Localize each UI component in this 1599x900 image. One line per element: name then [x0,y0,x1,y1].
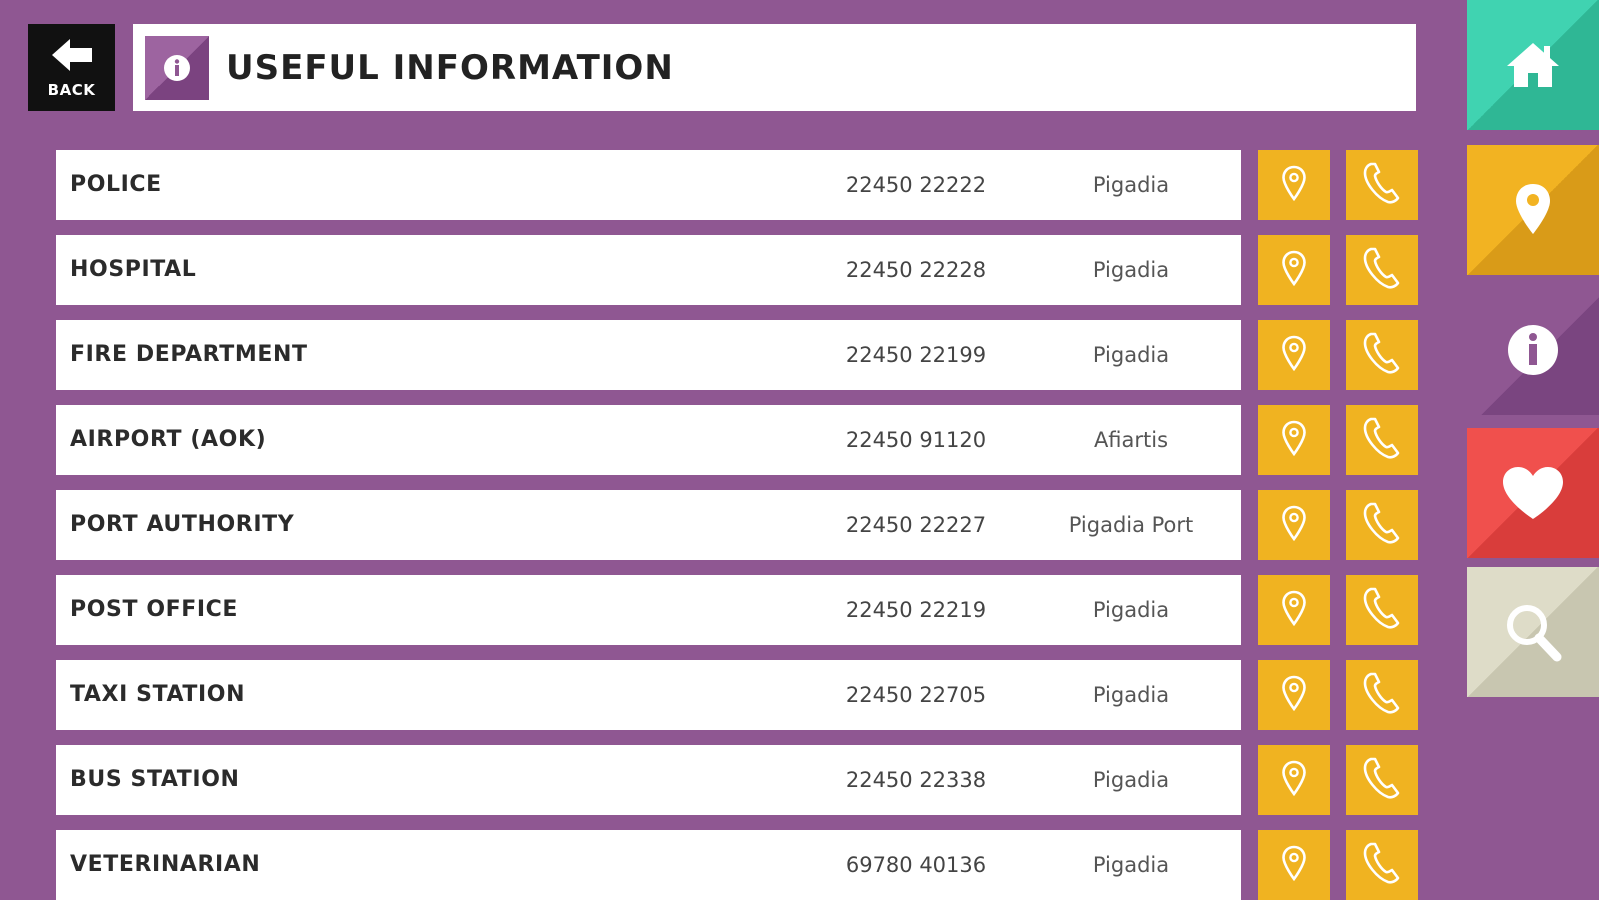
list-item: POLICE 22450 22222 Pigadia [56,150,1418,220]
list-item-card[interactable]: TAXI STATION 22450 22705 Pigadia [56,660,1241,730]
map-pin-icon [1281,165,1307,206]
list-item: VETERINARIAN 69780 40136 Pigadia [56,830,1418,900]
nav-home-button[interactable] [1467,0,1599,130]
phone-icon [1362,586,1402,635]
entry-name: BUS STATION [70,767,240,792]
show-on-map-button[interactable] [1258,150,1330,220]
show-on-map-button[interactable] [1258,320,1330,390]
entry-location: Pigadia [1092,343,1170,367]
nav-search-button[interactable] [1467,567,1599,697]
call-button[interactable] [1346,405,1418,475]
entry-location: Pigadia [1092,683,1170,707]
entry-phone: 22450 22219 [845,598,987,622]
entry-name: PORT AUTHORITY [70,512,295,537]
map-pin-icon [1281,250,1307,291]
entry-phone: 69780 40136 [845,853,987,877]
entry-name: TAXI STATION [70,682,246,707]
list-item: POST OFFICE 22450 22219 Pigadia [56,575,1418,645]
entry-name: HOSPITAL [70,257,197,282]
list-item-card[interactable]: HOSPITAL 22450 22228 Pigadia [56,235,1241,305]
entry-phone: 22450 22222 [845,173,987,197]
page-title: USEFUL INFORMATION [226,47,674,88]
entry-location: Pigadia [1092,598,1170,622]
list-item-card[interactable]: PORT AUTHORITY 22450 22227 Pigadia Port [56,490,1241,560]
call-button[interactable] [1346,660,1418,730]
phone-icon [1362,841,1402,890]
entry-phone: 22450 22228 [845,258,987,282]
list-item-card[interactable]: BUS STATION 22450 22338 Pigadia [56,745,1241,815]
nav-info-button[interactable] [1467,285,1599,415]
phone-icon [1362,756,1402,805]
arrow-left-icon [51,38,92,71]
page-header: USEFUL INFORMATION [133,24,1416,111]
call-button[interactable] [1346,150,1418,220]
info-icon [145,35,209,100]
entry-location: Pigadia [1092,853,1170,877]
call-button[interactable] [1346,575,1418,645]
entry-phone: 22450 22338 [845,768,987,792]
entry-name: VETERINARIAN [70,852,261,877]
entry-name: FIRE DEPARTMENT [70,342,308,367]
show-on-map-button[interactable] [1258,830,1330,900]
heart-icon [1503,467,1563,519]
home-icon [1507,43,1559,87]
call-button[interactable] [1346,320,1418,390]
search-icon [1507,605,1562,662]
nav-map-button[interactable] [1467,145,1599,275]
entry-name: POLICE [70,172,162,197]
entry-phone: 22450 22199 [845,343,987,367]
phone-icon [1362,416,1402,465]
entry-location: Pigadia [1092,768,1170,792]
list-item: HOSPITAL 22450 22228 Pigadia [56,235,1418,305]
show-on-map-button[interactable] [1258,405,1330,475]
entry-phone: 22450 22705 [845,683,987,707]
entry-phone: 22450 91120 [845,428,987,452]
call-button[interactable] [1346,745,1418,815]
map-pin-icon [1281,590,1307,631]
list-item-card[interactable]: POST OFFICE 22450 22219 Pigadia [56,575,1241,645]
entry-phone: 22450 22227 [845,513,987,537]
call-button[interactable] [1346,830,1418,900]
show-on-map-button[interactable] [1258,575,1330,645]
call-button[interactable] [1346,490,1418,560]
entry-location: Pigadia Port [1068,513,1194,537]
list-item: FIRE DEPARTMENT 22450 22199 Pigadia [56,320,1418,390]
entry-name: POST OFFICE [70,597,239,622]
phone-icon [1362,246,1402,295]
phone-icon [1362,671,1402,720]
show-on-map-button[interactable] [1258,745,1330,815]
phone-icon [1362,161,1402,210]
back-button[interactable]: BACK [28,24,115,111]
entry-location: Afiartis [1093,428,1169,452]
call-button[interactable] [1346,235,1418,305]
list-item-card[interactable]: FIRE DEPARTMENT 22450 22199 Pigadia [56,320,1241,390]
map-pin-icon [1281,675,1307,716]
map-pin-icon [1281,420,1307,461]
phone-icon [1362,501,1402,550]
map-pin-icon [1516,184,1550,234]
map-pin-icon [1281,505,1307,546]
list-item: AIRPORT (AOK) 22450 91120 Afiartis [56,405,1418,475]
back-label: BACK [47,80,96,99]
entry-name: AIRPORT (AOK) [70,427,267,452]
phone-icon [1362,331,1402,380]
list-item-card[interactable]: AIRPORT (AOK) 22450 91120 Afiartis [56,405,1241,475]
nav-favorites-button[interactable] [1467,428,1599,558]
list-item: PORT AUTHORITY 22450 22227 Pigadia Port [56,490,1418,560]
entry-location: Pigadia [1092,258,1170,282]
map-pin-icon [1281,760,1307,801]
list-item: TAXI STATION 22450 22705 Pigadia [56,660,1418,730]
info-icon [1508,325,1558,375]
map-pin-icon [1281,335,1307,376]
list-item-card[interactable]: VETERINARIAN 69780 40136 Pigadia [56,830,1241,900]
map-pin-icon [1281,845,1307,886]
list-item: BUS STATION 22450 22338 Pigadia [56,745,1418,815]
entry-location: Pigadia [1092,173,1170,197]
show-on-map-button[interactable] [1258,235,1330,305]
list-item-card[interactable]: POLICE 22450 22222 Pigadia [56,150,1241,220]
show-on-map-button[interactable] [1258,660,1330,730]
show-on-map-button[interactable] [1258,490,1330,560]
